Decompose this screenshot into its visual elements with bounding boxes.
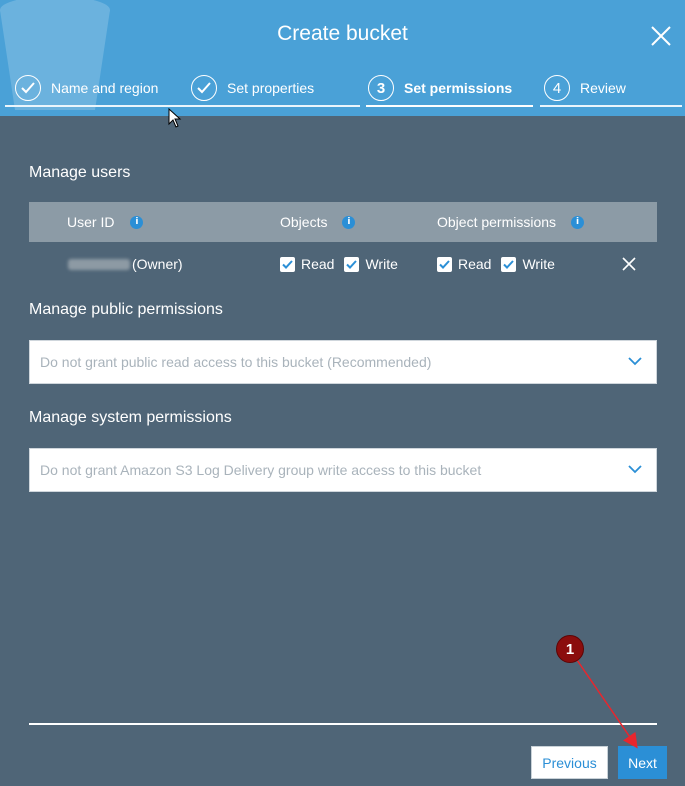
permissions-write-checkbox[interactable]: Write bbox=[501, 256, 555, 272]
objects-write-checkbox[interactable]: Write bbox=[344, 256, 398, 272]
checkbox-checked-icon bbox=[437, 256, 452, 272]
chevron-down-icon bbox=[628, 465, 642, 474]
step-name-and-region[interactable]: Name and region bbox=[15, 72, 158, 104]
system-permissions-title: Manage system permissions bbox=[29, 409, 232, 426]
step-label: Set properties bbox=[227, 80, 315, 96]
checkbox-label: Read bbox=[458, 256, 492, 272]
step-underline-pending bbox=[540, 105, 682, 107]
remove-user-cell bbox=[621, 242, 637, 286]
system-permissions-select[interactable]: Do not grant Amazon S3 Log Delivery grou… bbox=[29, 448, 657, 492]
step-underline-completed bbox=[5, 105, 360, 107]
annotation-overlay bbox=[576, 659, 638, 749]
manage-users-title: Manage users bbox=[29, 164, 131, 181]
step-check-icon bbox=[191, 75, 217, 101]
step-underline-active bbox=[366, 105, 533, 107]
close-icon[interactable] bbox=[649, 24, 673, 48]
step-review[interactable]: 4 Review bbox=[544, 72, 626, 104]
permissions-read-checkbox[interactable]: Read bbox=[437, 256, 491, 272]
annotation-badge: 1 bbox=[556, 635, 584, 663]
next-button[interactable]: Next bbox=[618, 746, 667, 779]
step-label: Name and region bbox=[51, 80, 159, 96]
step-label: Review bbox=[580, 80, 626, 96]
checkbox-checked-icon bbox=[344, 256, 360, 272]
owner-label: (Owner) bbox=[132, 256, 183, 272]
column-user-id: User ID i bbox=[67, 202, 144, 242]
step-number: 4 bbox=[544, 75, 570, 101]
object-permissions-cell: Read Write bbox=[437, 242, 565, 286]
users-table-header: User ID i Objects i Object permissions i bbox=[29, 202, 657, 242]
dialog-header: Create bucket Name and region Set proper… bbox=[0, 0, 685, 116]
wizard-steps: Name and region Set properties 3 Set per… bbox=[0, 72, 685, 108]
footer-divider bbox=[29, 723, 657, 725]
objects-cell: Read Write bbox=[280, 242, 408, 286]
annotation-arrow bbox=[576, 659, 638, 749]
step-number: 3 bbox=[368, 75, 394, 101]
objects-read-checkbox[interactable]: Read bbox=[280, 256, 334, 272]
step-set-properties[interactable]: Set properties bbox=[191, 72, 314, 104]
info-icon[interactable]: i bbox=[571, 215, 585, 229]
chevron-down-icon bbox=[628, 357, 642, 366]
redacted-user-id bbox=[68, 258, 130, 270]
column-label: Object permissions bbox=[437, 214, 557, 230]
select-value: Do not grant Amazon S3 Log Delivery grou… bbox=[40, 462, 482, 478]
info-icon[interactable]: i bbox=[342, 215, 356, 229]
checkbox-label: Write bbox=[522, 256, 555, 272]
checkbox-label: Write bbox=[365, 256, 398, 272]
info-icon[interactable]: i bbox=[130, 215, 144, 229]
public-permissions-title: Manage public permissions bbox=[29, 301, 223, 318]
step-set-permissions[interactable]: 3 Set permissions bbox=[368, 72, 512, 104]
column-objects: Objects i bbox=[280, 202, 356, 242]
dialog-title: Create bucket bbox=[277, 22, 408, 45]
step-check-icon bbox=[15, 75, 41, 101]
table-row: (Owner) Read Write Read Write bbox=[29, 242, 657, 286]
checkbox-label: Read bbox=[301, 256, 335, 272]
mouse-cursor-icon bbox=[168, 108, 182, 128]
column-label: User ID bbox=[67, 214, 115, 230]
remove-user-icon[interactable] bbox=[621, 256, 637, 272]
checkbox-checked-icon bbox=[501, 256, 517, 272]
column-label: Objects bbox=[280, 214, 328, 230]
previous-button[interactable]: Previous bbox=[531, 746, 608, 779]
select-value: Do not grant public read access to this … bbox=[40, 354, 432, 370]
public-permissions-select[interactable]: Do not grant public read access to this … bbox=[29, 340, 657, 384]
users-table: User ID i Objects i Object permissions i… bbox=[29, 202, 657, 286]
checkbox-checked-icon bbox=[280, 256, 295, 272]
user-id-cell: (Owner) bbox=[68, 242, 183, 286]
column-object-permissions: Object permissions i bbox=[437, 202, 585, 242]
step-label: Set permissions bbox=[404, 80, 513, 96]
